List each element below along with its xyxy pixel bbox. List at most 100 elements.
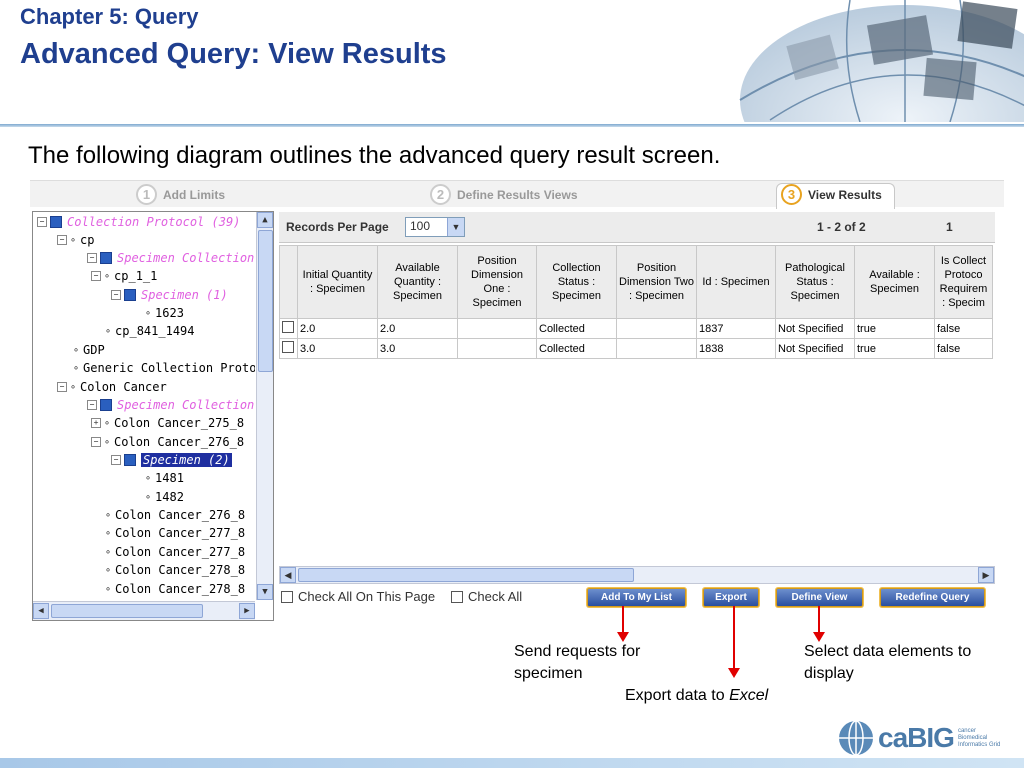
table-cell: Collected [536,318,617,339]
tree-node-specimen-collection-group[interactable]: − Specimen Collection Grou [87,250,255,266]
records-per-page-label: Records Per Page [286,220,389,234]
tree-node-cp-1-1[interactable]: − ∘ cp_1_1 [91,268,157,284]
collapse-icon[interactable]: − [57,235,67,245]
scroll-up-icon[interactable]: ▲ [257,212,273,228]
scroll-left-icon[interactable]: ◀ [280,567,296,583]
table-cell [457,318,537,339]
tree-node-label: 1482 [155,490,184,504]
wizard-step-view-results[interactable]: 3 View Results [776,183,895,209]
node-dot-icon: ∘ [70,234,77,246]
column-header[interactable]: Available Quantity : Specimen [377,245,458,319]
wizard-step-define-results-views[interactable]: 2 Define Results Views [430,184,578,205]
tree-node-1482[interactable]: ∘ 1482 [145,489,184,505]
tree-node-colon-cancer-276-b[interactable]: ∘ Colon Cancer_276_8 [105,507,245,523]
tree-node-generic-collection-protocol[interactable]: ∘Generic Collection Protocol [73,360,255,376]
collapse-icon[interactable]: − [91,271,101,281]
table-header-row: Initial Quantity : Specimen Available Qu… [279,245,993,319]
table-cell: Collected [536,338,617,359]
tree-node-1481[interactable]: ∘ 1481 [145,470,184,486]
column-header[interactable]: Available : Specimen [854,245,935,319]
collapse-icon[interactable]: − [111,290,121,300]
scroll-left-icon[interactable]: ◀ [33,603,49,619]
tree-node-label: Colon Cancer_276_8 [114,435,245,449]
tree-node-1623[interactable]: ∘ 1623 [145,305,184,321]
tree-node-label: Colon Cancer_277_8 [115,526,246,540]
chevron-down-icon[interactable]: ▼ [447,218,464,236]
cabig-logo: caBIG cancer Biomedical Informatics Grid [838,720,1006,756]
column-header[interactable]: Pathological Status : Specimen [775,245,855,319]
tree-node-label: Specimen Collection Grou [117,251,255,265]
row-checkbox[interactable] [282,341,294,353]
collapse-icon[interactable]: − [111,455,121,465]
tree-node-colon-cancer-276[interactable]: − ∘ Colon Cancer_276_8 [91,434,244,450]
check-all-on-page[interactable]: Check All On This Page [281,589,435,604]
tree-vertical-scroll-thumb[interactable] [258,230,273,372]
check-all[interactable]: Check All [451,589,522,604]
table-row: 3.0 3.0 Collected 1838 Not Specified tru… [279,338,993,359]
column-header[interactable]: Initial Quantity : Specimen [297,245,378,319]
redefine-query-button[interactable]: Redefine Query [880,588,985,607]
expand-icon[interactable]: + [91,418,101,428]
tree-node-collection-protocol[interactable]: − Collection Protocol (39) [37,214,240,230]
collapse-icon[interactable]: − [91,437,101,447]
node-dot-icon: ∘ [104,436,111,448]
collapse-icon[interactable]: − [37,217,47,227]
results-table: Initial Quantity : Specimen Available Qu… [279,245,993,359]
collapse-icon[interactable]: − [57,382,67,392]
records-per-page-select[interactable]: 100 ▼ [405,217,465,237]
tree-node-specimen-1[interactable]: − Specimen (1) [111,287,228,303]
tree-node-gdp[interactable]: ∘ GDP [73,342,105,358]
globe-graphic [730,0,1024,122]
column-header[interactable]: Id : Specimen [696,245,776,319]
table-cell: 2.0 [377,318,458,339]
node-dot-icon: ∘ [105,527,112,539]
define-view-button[interactable]: Define View [776,588,863,607]
check-all-checkbox[interactable] [451,590,463,603]
tree-vertical-scrollbar[interactable]: ▲ ▼ [256,212,273,600]
step-label: View Results [808,187,882,202]
tree-node-colon-cancer[interactable]: − ∘ Colon Cancer [57,379,167,395]
tree-node-label: cp_1_1 [114,269,158,283]
wizard-steps-bar: 1 Add Limits 2 Define Results Views 3 Vi… [30,180,1004,209]
tree-node-colon-cancer-278[interactable]: ∘ Colon Cancer_278_8 [105,562,245,578]
tree-node-cp[interactable]: − ∘ cp [57,232,94,248]
callout-export: Export data to Excel [625,685,768,707]
column-header[interactable]: Is Collect Protoco Requirem : Specim [934,245,993,319]
tree-node-cp-841-1494[interactable]: ∘ cp_841_1494 [105,323,195,339]
collapse-icon[interactable]: − [87,253,97,263]
tree-node-colon-cancer-275[interactable]: + ∘ Colon Cancer_275_8 [91,415,244,431]
scroll-down-icon[interactable]: ▼ [257,584,273,600]
callout-select-elements: Select data elements to display [804,643,972,682]
add-to-my-list-button[interactable]: Add To My List [587,588,686,607]
export-button[interactable]: Export [703,588,759,607]
tree-horizontal-scroll-thumb[interactable] [51,604,203,618]
node-dot-icon: ∘ [145,491,152,503]
tree-node-specimen-collection-group-2[interactable]: − Specimen Collection Grou [87,397,255,413]
collapse-icon[interactable]: − [87,400,97,410]
column-header[interactable]: Position Dimension Two : Specimen [616,245,697,319]
column-header[interactable]: Collection Status : Specimen [536,245,617,319]
results-panel: Records Per Page 100 ▼ 1 - 2 of 2 1 Init… [279,212,995,618]
wizard-step-add-limits[interactable]: 1 Add Limits [136,184,225,205]
tree-node-label: GDP [83,343,105,357]
results-horizontal-scrollbar[interactable]: ◀ ▶ [279,566,995,584]
row-checkbox[interactable] [282,321,294,333]
check-all-label: Check All [468,589,523,604]
tree-node-specimen-2[interactable]: − Specimen (2) [111,452,232,468]
node-dot-icon: ∘ [73,344,80,356]
check-all-page-checkbox[interactable] [281,590,293,603]
table-cell: false [934,318,993,339]
scroll-right-icon[interactable]: ▶ [978,567,994,583]
table-cell: 1838 [696,338,776,359]
column-header[interactable]: Position Dimension One : Specimen [457,245,537,319]
node-dot-icon: ∘ [104,417,111,429]
results-horizontal-scroll-thumb[interactable] [298,568,634,582]
tree-node-colon-cancer-277[interactable]: ∘ Colon Cancer_277_8 [105,525,245,541]
scroll-right-icon[interactable]: ▶ [239,603,255,619]
tree-node-label: Colon Cancer_276_8 [115,508,246,522]
tree-node-colon-cancer-278-b[interactable]: ∘ Colon Cancer_278_8 [105,581,245,597]
tree-horizontal-scrollbar[interactable]: ◀ ▶ [33,601,255,620]
page-number-link[interactable]: 1 [946,220,953,234]
tree-node-colon-cancer-277-b[interactable]: ∘ Colon Cancer_277_8 [105,544,245,560]
table-cell: false [934,338,993,359]
